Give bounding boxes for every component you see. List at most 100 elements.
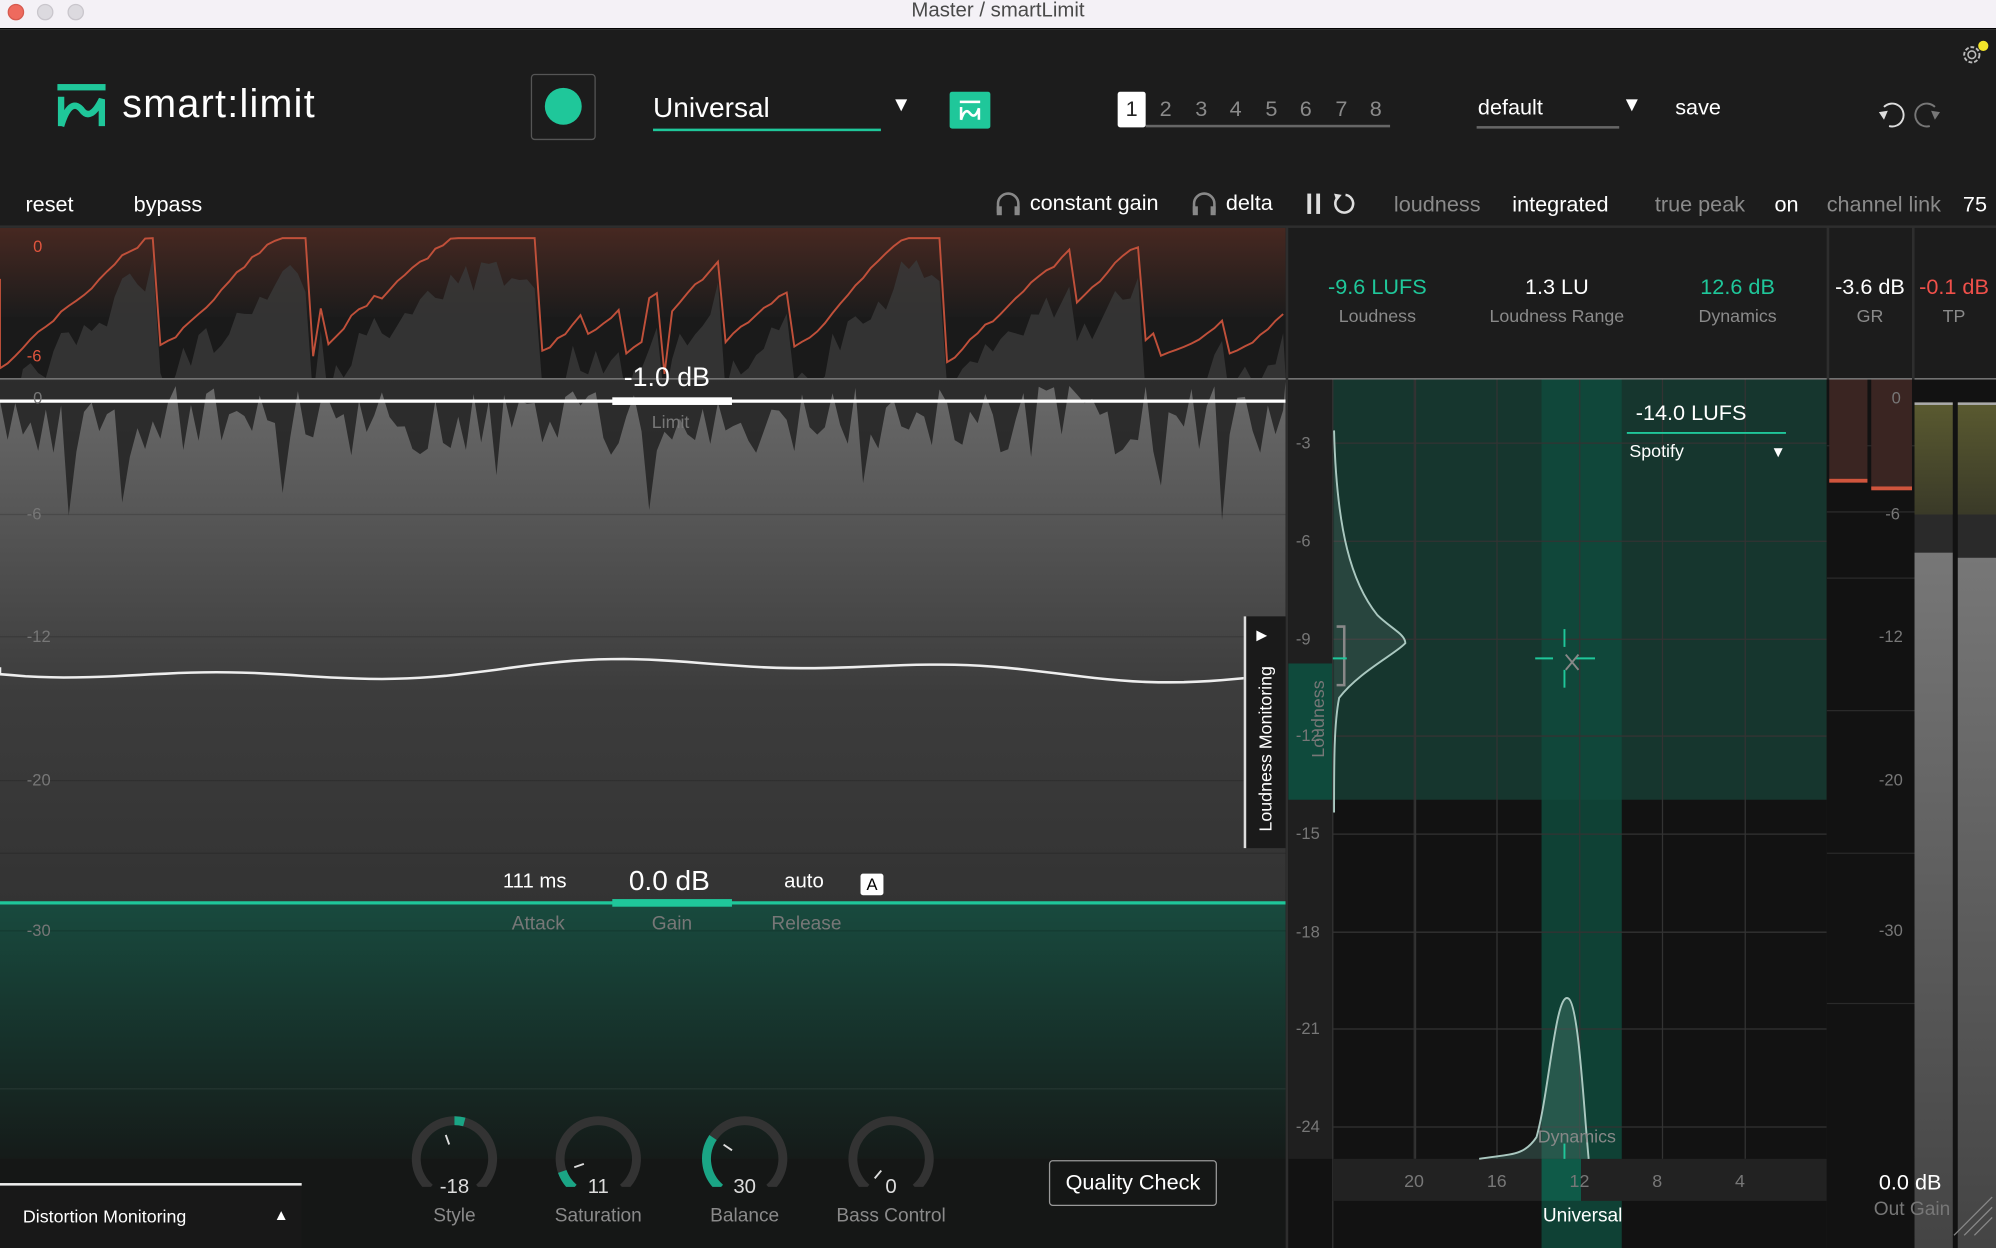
preset-slot-3[interactable]: 3 (1195, 97, 1207, 122)
true-peak-toggle[interactable]: on (1775, 192, 1799, 217)
loudness-axis-label: Loudness (1307, 680, 1328, 758)
top-scale-minus6: -6 (26, 346, 42, 366)
gain-reduction-display (0, 227, 1286, 379)
knob-label: Style (433, 1204, 476, 1227)
preset-slot-1[interactable]: 1 (1117, 91, 1146, 128)
pause-icon[interactable] (1306, 192, 1324, 215)
profile-edit-button[interactable] (949, 91, 991, 129)
expand-arrow-icon: ▶ (1256, 627, 1268, 644)
preset-slot-5[interactable]: 5 (1265, 97, 1277, 122)
loudness-y-tick: -3 (1295, 432, 1311, 453)
logo-icon (959, 100, 981, 121)
meter-scale-label: 0 (1891, 388, 1901, 408)
dynamics-x-tick: 4 (1735, 1170, 1745, 1191)
target-platform-select[interactable]: Spotify (1629, 441, 1683, 461)
constant-gain-toggle[interactable]: constant gain (1030, 191, 1159, 216)
loudness-y-tick: -9 (1295, 629, 1311, 649)
out-gain-label: Out Gain (1873, 1198, 1951, 1220)
meter-scale-label: -30 (1878, 920, 1903, 940)
waveform-scale-label: -12 (26, 626, 51, 646)
reset-button[interactable]: reset (25, 192, 73, 217)
preset-slot-2[interactable]: 2 (1160, 97, 1172, 122)
channel-link-label: channel link (1826, 192, 1941, 217)
preset-name-underline (1476, 126, 1620, 129)
preset-slot-6[interactable]: 6 (1300, 97, 1312, 122)
smartlimit-window: Master / smartLimit smart:limit Universa… (0, 0, 1996, 1248)
stat-value: -9.6 LUFS (1328, 275, 1427, 300)
loudness-y-tick: -18 (1295, 921, 1320, 942)
window-title: Master / smartLimit (911, 0, 1085, 22)
gr-meter-left (1829, 379, 1868, 482)
stat-label: Loudness (1338, 305, 1416, 327)
waveform-display (0, 379, 1286, 1159)
platform-dropdown-icon[interactable]: ▼ (1771, 443, 1786, 461)
learn-button[interactable] (530, 73, 596, 141)
undo-icon[interactable] (1878, 102, 1905, 128)
target-loudness-value[interactable]: -14.0 LUFS (1636, 401, 1747, 426)
loudness-y-tick: -12 (1295, 725, 1320, 745)
knob-value: 11 (587, 1176, 609, 1199)
knob-value: 30 (733, 1176, 756, 1199)
attack-value[interactable]: 111 ms (503, 871, 567, 894)
dynamics-x-tick: 16 (1486, 1170, 1507, 1191)
loudness-mode-select[interactable]: integrated (1512, 192, 1608, 217)
distortion-monitoring-tab[interactable]: Distortion Monitoring ▲ (0, 1183, 302, 1248)
meter-scale-label: -12 (1878, 626, 1903, 646)
stats-divider (1911, 226, 1915, 380)
redo-icon[interactable] (1914, 102, 1940, 128)
gain-value[interactable]: 0.0 dB (629, 865, 710, 898)
limit-value[interactable]: -1.0 dB (624, 363, 710, 394)
channel-link-value[interactable]: 75 (1963, 192, 1987, 217)
headphones-icon[interactable] (994, 191, 1022, 216)
preset-slot-4[interactable]: 4 (1230, 97, 1242, 122)
preset-dropdown-icon[interactable]: ▼ (1622, 94, 1642, 117)
loudness-monitoring-tab[interactable]: ▶ Loudness Monitoring (1243, 616, 1286, 849)
headphones-icon[interactable] (1190, 191, 1218, 216)
limit-handle[interactable] (612, 397, 732, 405)
settings-gear-icon[interactable] (1959, 39, 1990, 67)
gain-handle[interactable] (612, 899, 732, 907)
loudness-y-tick: -21 (1295, 1018, 1320, 1038)
limit-label: Limit (651, 411, 690, 432)
out-meter-right (1957, 402, 1996, 515)
profile-dropdown-icon[interactable]: ▼ (891, 94, 911, 117)
waveform-scale-label: -30 (26, 920, 51, 940)
loudness-label: loudness (1393, 192, 1481, 217)
dynamics-x-tick: 20 (1404, 1170, 1424, 1191)
quality-check-button[interactable]: Quality Check (1048, 1160, 1217, 1206)
preset-underline (1145, 124, 1391, 128)
stat-label: TP (1942, 305, 1966, 327)
logo-text: smart:limit (122, 81, 316, 127)
reset-loudness-icon[interactable] (1330, 191, 1358, 216)
out-gain-value[interactable]: 0.0 dB (1879, 1170, 1942, 1195)
profile-underline (653, 128, 881, 132)
stat-label: GR (1856, 305, 1884, 327)
preset-slot-7[interactable]: 7 (1335, 97, 1347, 122)
save-button[interactable]: save (1675, 96, 1721, 121)
loudness-y-tick: -6 (1295, 531, 1311, 551)
record-icon (544, 87, 582, 125)
delta-toggle[interactable]: delta (1226, 191, 1273, 216)
gain-label: Gain (651, 913, 693, 935)
preset-name-select[interactable]: default (1478, 96, 1543, 121)
release-auto-toggle[interactable]: A (860, 873, 884, 896)
dynamics-x-tick: 12 (1569, 1170, 1590, 1191)
stat-label: Dynamics (1698, 305, 1777, 327)
meter-scale-label: -20 (1878, 770, 1903, 790)
title-bar: Master / smartLimit (0, 0, 1996, 30)
stat-value: 12.6 dB (1700, 275, 1775, 300)
knob-value: -18 (439, 1176, 470, 1199)
waveform-scale-label: 0 (33, 388, 43, 408)
bypass-button[interactable]: bypass (134, 192, 203, 217)
logo-icon (57, 84, 106, 128)
top-scale-0: 0 (33, 236, 43, 256)
profile-select[interactable]: Universal (653, 92, 770, 125)
loudness-y-tick: -15 (1295, 823, 1320, 844)
release-value[interactable]: auto (784, 871, 824, 894)
stat-value: -0.1 dB (1919, 275, 1989, 300)
stat-value: 1.3 LU (1524, 275, 1589, 300)
loudness-y-tick: -24 (1295, 1116, 1320, 1136)
stat-label: Loudness Range (1489, 305, 1625, 327)
preset-slot-8[interactable]: 8 (1370, 97, 1382, 122)
knob-value: 0 (885, 1176, 897, 1199)
